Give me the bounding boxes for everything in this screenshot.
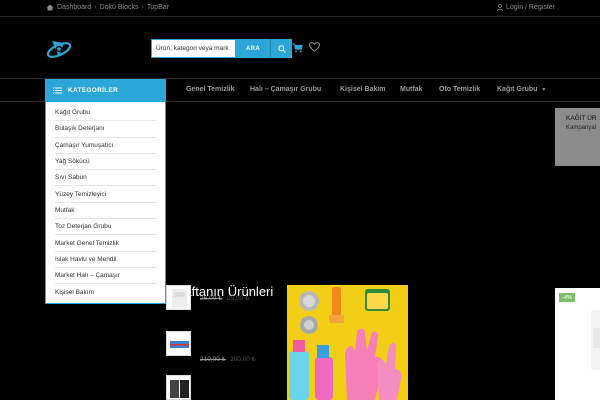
featured-product-image[interactable]	[287, 285, 408, 400]
product-price: 25,00 ₺	[227, 295, 250, 302]
product-row[interactable]: 26,00 ₺ 25,00 ₺	[166, 285, 276, 311]
breadcrumb-item-blocks[interactable]: Dokü Blocks	[100, 4, 139, 11]
promo-banner[interactable]: KAĞIT ÜR Kampanyal	[555, 108, 600, 166]
product-row[interactable]	[166, 375, 276, 400]
breadcrumb-separator-icon: ›	[141, 4, 144, 11]
breadcrumb-item-dashboard[interactable]: Dashboard	[57, 4, 91, 11]
menu-list-icon	[53, 87, 62, 94]
category-item[interactable]: Islak Havlu ve Mendil	[55, 252, 156, 268]
categories-header-label: KATEGORİLER	[68, 87, 119, 94]
nav-item-oto-temizlik[interactable]: Oto Temizlik	[439, 86, 480, 93]
product-old-price: 210,00 ₺	[200, 356, 226, 363]
category-item[interactable]: Market Genel Temizlik	[55, 235, 156, 252]
heart-icon[interactable]	[309, 42, 320, 52]
category-item[interactable]: Toz Deterjan Grubu	[55, 219, 156, 236]
search-submit-button[interactable]: ARA	[236, 39, 270, 58]
nav-item-kagit-grubu-label: Kağıt Grubu	[497, 86, 538, 93]
search-icon-button[interactable]	[270, 39, 292, 58]
product-thumbnail[interactable]	[166, 285, 191, 310]
product-image	[172, 289, 187, 308]
search-input[interactable]: Ürün, kategori veya mark	[151, 39, 236, 58]
categories-toggle-button[interactable]: KATEGORİLER	[45, 79, 166, 102]
site-logo[interactable]	[44, 37, 72, 61]
nav-item-genel-temizlik[interactable]: Genel Temizlik	[186, 86, 235, 93]
breadcrumb-item-topbar[interactable]: TopBar	[147, 4, 169, 11]
nav-item-kisisel-bakim[interactable]: Kişisel Bakım	[340, 86, 386, 93]
cart-icon[interactable]	[292, 43, 303, 53]
product-image	[170, 341, 189, 348]
product-card[interactable]	[555, 288, 600, 400]
category-item[interactable]: Yağ Sökücü	[55, 154, 156, 171]
category-item[interactable]: Kağıt Grubu	[55, 105, 156, 122]
home-icon	[46, 4, 54, 11]
product-row[interactable]: 210,00 ₺ 200,00 ₺	[166, 331, 276, 363]
discount-badge: -4%	[559, 293, 575, 302]
product-thumbnail[interactable]	[166, 375, 191, 400]
breadcrumb: Dashboard › Dokü Blocks › TopBar	[46, 4, 169, 11]
search-bar: Ürün, kategori veya mark ARA	[151, 39, 292, 58]
cleaning-supplies-illustration	[287, 285, 408, 400]
category-item[interactable]: Market Halı – Çamaşır	[55, 268, 156, 285]
product-thumbnail[interactable]	[166, 331, 191, 356]
promo-subtitle: Kampanyal	[566, 125, 597, 131]
product-old-price: 26,00 ₺	[200, 295, 223, 302]
product-image	[170, 380, 189, 398]
category-item[interactable]: Kişisel Bakım	[55, 284, 156, 300]
nav-item-kagit-grubu[interactable]: Kağıt Grubu ▼	[497, 86, 546, 93]
breadcrumb-separator-icon: ›	[94, 4, 97, 11]
category-item[interactable]: Bulaşık Deterjanı	[55, 121, 156, 138]
categories-dropdown: Kağıt Grubu Bulaşık Deterjanı Çamaşır Yu…	[45, 102, 166, 304]
product-price: 200,00 ₺	[230, 356, 256, 363]
category-item[interactable]: Mutfak	[55, 203, 156, 220]
login-register-link[interactable]: Login / Register	[497, 4, 555, 11]
category-item[interactable]: Çamaşır Yumuşatıcı	[55, 138, 156, 154]
category-item[interactable]: Sıvı Sabun	[55, 170, 156, 187]
top-bar: Dashboard › Dokü Blocks › TopBar Login /…	[0, 0, 600, 17]
nav-item-hali-camasir[interactable]: Halı – Çamaşır Grubu	[250, 86, 321, 93]
chevron-down-icon: ▼	[541, 87, 547, 93]
login-register-label: Login / Register	[505, 4, 555, 11]
promo-title: KAĞIT ÜR	[566, 115, 597, 122]
nav-item-mutfak[interactable]: Mutfak	[400, 86, 423, 93]
page: Dashboard › Dokü Blocks › TopBar Login /…	[0, 0, 600, 400]
category-item[interactable]: Yüzey Temizleyici	[55, 186, 156, 203]
product-image	[591, 310, 600, 370]
search-icon	[277, 44, 286, 53]
user-icon	[497, 4, 503, 11]
